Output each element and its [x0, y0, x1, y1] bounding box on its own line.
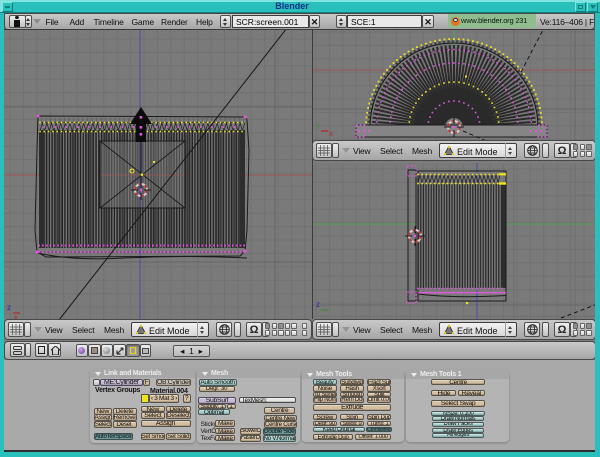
svg-text:y: y — [316, 121, 320, 130]
svg-text:z: z — [7, 303, 11, 312]
svg-text:z: z — [316, 300, 320, 309]
svg-text:x: x — [329, 129, 333, 138]
